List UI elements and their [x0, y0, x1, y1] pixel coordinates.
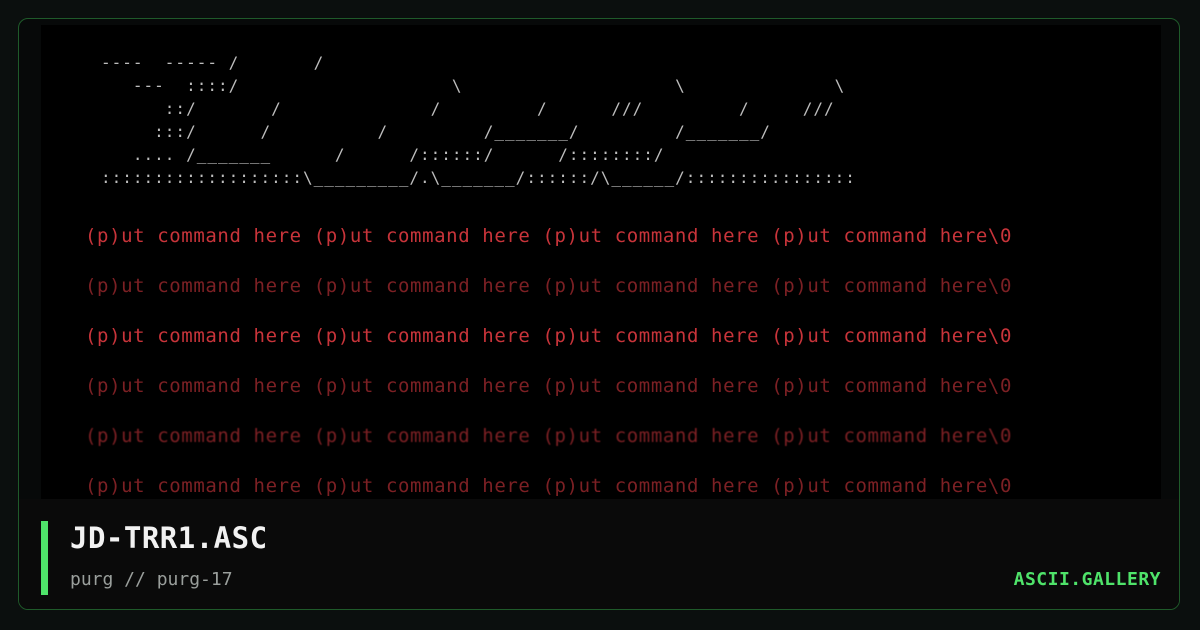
- command-row: (p)ut command here (p)ut command here (p…: [85, 375, 1012, 397]
- artwork-title: JD-TRR1.ASC: [70, 521, 268, 555]
- ascii-art-header: ---- ----- / / --- ::::/ \ \ \ ::/ / / /…: [101, 51, 856, 189]
- ascii-header-line: .... /_______ / /::::::/ /::::::::/: [101, 145, 665, 164]
- accent-bar: [41, 521, 48, 595]
- artist-byline[interactable]: purg // purg-17: [70, 569, 233, 590]
- command-row: (p)ut command here (p)ut command here (p…: [85, 225, 1012, 247]
- site-brand[interactable]: ASCII.GALLERY: [1014, 569, 1161, 590]
- ascii-header-line: :::/ / / /_______/ /_______/: [101, 122, 771, 141]
- command-rows: (p)ut command here (p)ut command here (p…: [85, 221, 1161, 505]
- command-row: (p)ut command here (p)ut command here (p…: [85, 275, 1012, 297]
- ascii-header-line: :::::::::::::::::::\_________/.\_______/…: [101, 168, 856, 187]
- ascii-header-line: --- ::::/ \ \ \: [101, 76, 846, 95]
- info-bar: JD-TRR1.ASC purg // purg-17 ASCII.GALLER…: [19, 499, 1179, 609]
- artwork-card: ---- ----- / / --- ::::/ \ \ \ ::/ / / /…: [18, 18, 1180, 610]
- command-row: (p)ut command here (p)ut command here (p…: [85, 425, 1012, 447]
- ascii-art-canvas: ---- ----- / / --- ::::/ \ \ \ ::/ / / /…: [41, 25, 1161, 505]
- command-row: (p)ut command here (p)ut command here (p…: [85, 325, 1012, 347]
- ascii-header-line: ::/ / / / /// / ///: [101, 99, 835, 118]
- ascii-header-line: ---- ----- / /: [101, 53, 325, 72]
